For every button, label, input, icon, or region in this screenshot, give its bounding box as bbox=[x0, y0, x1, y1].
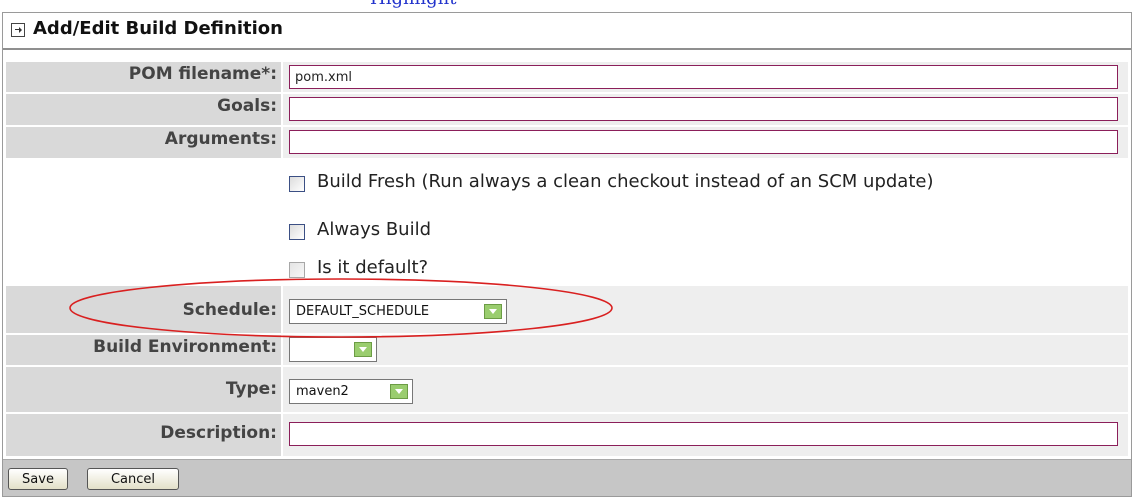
label-cell: POM filename*: bbox=[6, 62, 281, 92]
label-cell: Arguments: bbox=[6, 127, 281, 158]
always-build-checkbox[interactable] bbox=[289, 224, 305, 240]
type-select[interactable]: maven2 bbox=[289, 379, 413, 404]
schedule-label: Schedule: bbox=[182, 300, 277, 320]
build-environment-select[interactable] bbox=[289, 337, 377, 362]
label-cell: Schedule: bbox=[6, 286, 281, 333]
row-description: Description: bbox=[3, 413, 1131, 457]
label-cell: Description: bbox=[6, 414, 281, 456]
collapse-panel-icon[interactable] bbox=[11, 23, 25, 37]
type-label: Type: bbox=[225, 379, 277, 399]
chevron-down-icon[interactable] bbox=[390, 384, 408, 399]
save-button[interactable]: Save bbox=[8, 468, 68, 490]
field-cell bbox=[283, 335, 1128, 365]
label-cell: Type: bbox=[6, 367, 281, 412]
row-schedule: Schedule: DEFAULT_SCHEDULE bbox=[3, 285, 1131, 334]
schedule-select[interactable]: DEFAULT_SCHEDULE bbox=[289, 299, 507, 324]
arguments-label: Arguments: bbox=[164, 129, 277, 149]
schedule-value: DEFAULT_SCHEDULE bbox=[296, 304, 430, 319]
button-bar: Save Cancel bbox=[3, 459, 1131, 496]
arguments-input[interactable] bbox=[289, 130, 1118, 154]
description-input[interactable] bbox=[289, 422, 1118, 446]
always-build-label[interactable]: Always Build bbox=[317, 219, 431, 240]
row-arguments: Arguments: bbox=[3, 126, 1131, 159]
field-cell bbox=[283, 62, 1128, 92]
panel-header: Add/Edit Build Definition bbox=[3, 13, 1131, 50]
type-value: maven2 bbox=[296, 384, 349, 399]
field-cell: maven2 bbox=[283, 367, 1128, 412]
description-label: Description: bbox=[160, 423, 277, 443]
panel-title: Add/Edit Build Definition bbox=[33, 18, 283, 39]
field-cell bbox=[283, 127, 1128, 158]
field-cell bbox=[283, 414, 1128, 456]
row-build-environment: Build Environment: bbox=[3, 334, 1131, 366]
build-fresh-label[interactable]: Build Fresh (Run always a clean checkout… bbox=[317, 171, 934, 192]
chevron-down-icon[interactable] bbox=[354, 342, 372, 357]
page: Highlight Add/Edit Build Definition POM … bbox=[0, 0, 1133, 500]
row-type: Type: maven2 bbox=[3, 366, 1131, 413]
build-fresh-checkbox[interactable] bbox=[289, 176, 305, 192]
pom-filename-input[interactable] bbox=[289, 65, 1118, 89]
goals-input[interactable] bbox=[289, 97, 1118, 121]
build-environment-label: Build Environment: bbox=[93, 337, 277, 357]
pom-filename-label: POM filename*: bbox=[128, 64, 277, 84]
label-cell: Goals: bbox=[6, 94, 281, 125]
row-pom-filename: POM filename*: bbox=[3, 61, 1131, 93]
row-goals: Goals: bbox=[3, 93, 1131, 126]
build-definition-panel: Add/Edit Build Definition POM filename*:… bbox=[2, 12, 1132, 497]
field-cell: DEFAULT_SCHEDULE bbox=[283, 286, 1128, 333]
top-link[interactable]: Highlight bbox=[370, 0, 456, 9]
is-default-checkbox bbox=[289, 262, 305, 278]
chevron-down-icon[interactable] bbox=[484, 304, 502, 319]
cancel-button[interactable]: Cancel bbox=[87, 468, 179, 490]
goals-label: Goals: bbox=[217, 96, 277, 116]
label-cell: Build Environment: bbox=[6, 335, 281, 365]
is-default-label: Is it default? bbox=[317, 257, 429, 278]
field-cell bbox=[283, 94, 1128, 125]
